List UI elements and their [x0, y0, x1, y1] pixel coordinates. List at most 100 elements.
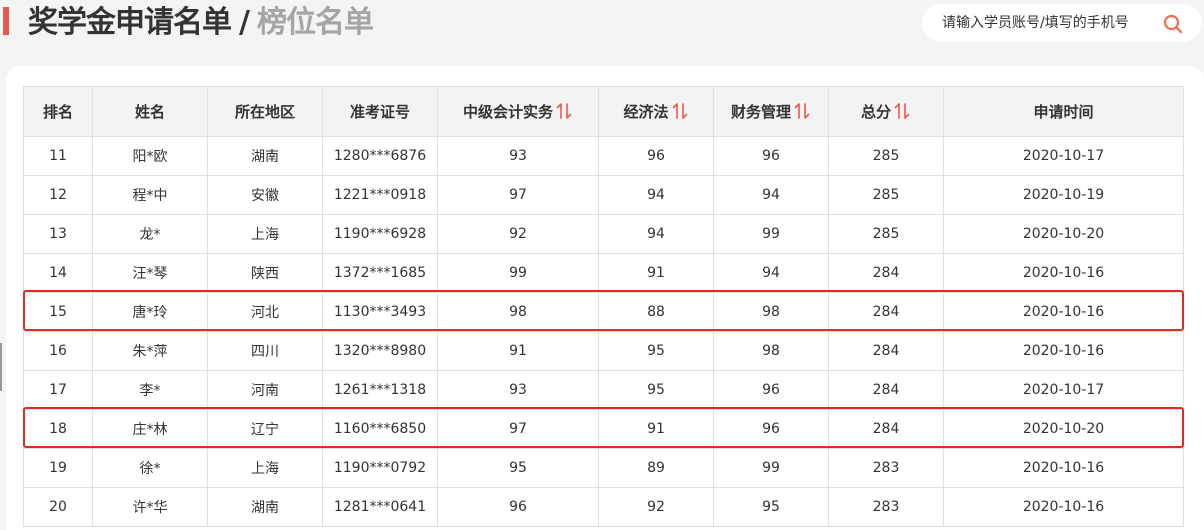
column-label: 申请时间	[1033, 103, 1094, 121]
cell-name: 许*华	[92, 487, 208, 527]
table-row: 16 朱*萍 四川 1320***8980 91 95 98 284 2020-…	[23, 331, 1184, 371]
sort-arrows-icon[interactable]	[793, 102, 811, 120]
column-header-name: 姓名	[92, 86, 208, 137]
cell-region: 上海	[207, 214, 323, 254]
cell-exam-id: 1190***6928	[322, 214, 438, 254]
cell-total: 285	[828, 214, 944, 254]
cell-total: 284	[828, 253, 944, 293]
cell-total: 284	[828, 409, 944, 449]
cell-finance: 95	[713, 487, 829, 527]
cell-exam-id: 1280***6876	[322, 136, 438, 176]
cell-economic-law: 95	[598, 331, 714, 371]
cell-name: 朱*萍	[92, 331, 208, 371]
cell-economic-law: 89	[598, 448, 714, 488]
cell-region: 四川	[207, 331, 323, 371]
cell-finance: 94	[713, 253, 829, 293]
search-box	[922, 4, 1202, 42]
page-title: 奖学金申请名单 / 榜位名单	[28, 1, 374, 45]
table-body: 11 阳*欧 湖南 1280***6876 93 96 96 285 2020-…	[23, 136, 1184, 527]
cell-name: 唐*玲	[92, 292, 208, 332]
cell-region: 辽宁	[207, 409, 323, 449]
column-header-economic-law[interactable]: 经济法	[598, 86, 714, 137]
cell-date: 2020-10-16	[943, 487, 1184, 527]
sort-arrows-icon[interactable]	[893, 102, 911, 120]
column-header-exam-id: 准考证号	[322, 86, 438, 137]
cell-date: 2020-10-16	[943, 331, 1184, 371]
cell-finance: 94	[713, 175, 829, 215]
column-header-rank: 排名	[23, 86, 93, 137]
cell-date: 2020-10-20	[943, 409, 1184, 449]
cell-accounting: 99	[437, 253, 599, 293]
cell-exam-id: 1281***0641	[322, 487, 438, 527]
cell-finance: 99	[713, 448, 829, 488]
cell-rank: 19	[23, 448, 93, 488]
cell-accounting: 93	[437, 370, 599, 410]
cell-date: 2020-10-16	[943, 292, 1184, 332]
cell-economic-law: 91	[598, 253, 714, 293]
cell-date: 2020-10-16	[943, 448, 1184, 488]
cell-accounting: 92	[437, 214, 599, 254]
title-separator: /	[239, 5, 250, 40]
cell-exam-id: 1190***0792	[322, 448, 438, 488]
cell-accounting: 98	[437, 292, 599, 332]
cell-total: 285	[828, 136, 944, 176]
cell-finance: 96	[713, 409, 829, 449]
cell-finance: 98	[713, 331, 829, 371]
cell-accounting: 96	[437, 487, 599, 527]
cell-rank: 11	[23, 136, 93, 176]
cell-date: 2020-10-17	[943, 370, 1184, 410]
page-title-main: 奖学金申请名单	[28, 5, 232, 40]
cell-rank: 13	[23, 214, 93, 254]
cell-economic-law: 94	[598, 175, 714, 215]
cell-economic-law: 88	[598, 292, 714, 332]
column-header-total[interactable]: 总分	[828, 86, 944, 137]
cell-accounting: 97	[437, 409, 599, 449]
column-label: 中级会计实务	[462, 103, 553, 121]
cell-economic-law: 94	[598, 214, 714, 254]
cell-region: 陕西	[207, 253, 323, 293]
cell-total: 283	[828, 487, 944, 527]
cell-total: 284	[828, 370, 944, 410]
cell-accounting: 93	[437, 136, 599, 176]
cell-finance: 96	[713, 370, 829, 410]
cell-exam-id: 1320***8980	[322, 331, 438, 371]
cell-exam-id: 1221***0918	[322, 175, 438, 215]
cell-total: 285	[828, 175, 944, 215]
cell-total: 283	[828, 448, 944, 488]
cell-economic-law: 95	[598, 370, 714, 410]
cell-exam-id: 1372***1685	[322, 253, 438, 293]
cell-rank: 18	[23, 409, 93, 449]
cell-region: 湖南	[207, 136, 323, 176]
cell-name: 李*	[92, 370, 208, 410]
column-header-accounting[interactable]: 中级会计实务	[437, 86, 599, 137]
table-row: 19 徐* 上海 1190***0792 95 89 99 283 2020-1…	[23, 448, 1184, 488]
cell-rank: 15	[23, 292, 93, 332]
cell-finance: 98	[713, 292, 829, 332]
cell-name: 龙*	[92, 214, 208, 254]
cell-accounting: 95	[437, 448, 599, 488]
cell-date: 2020-10-19	[943, 175, 1184, 215]
sort-arrows-icon[interactable]	[671, 102, 689, 120]
cell-rank: 20	[23, 487, 93, 527]
scroll-edge-marker	[0, 343, 2, 391]
cell-rank: 14	[23, 253, 93, 293]
table-row: 17 李* 河南 1261***1318 93 95 96 284 2020-1…	[23, 370, 1184, 410]
column-label: 所在地区	[234, 103, 295, 121]
cell-economic-law: 91	[598, 409, 714, 449]
ranking-table: 排名 姓名 所在地区 准考证号 中级会计实务 经济法 财务管理 总分 申请时间 …	[23, 86, 1184, 527]
cell-rank: 12	[23, 175, 93, 215]
search-input[interactable]	[942, 4, 1162, 42]
column-header-region: 所在地区	[207, 86, 323, 137]
cell-accounting: 97	[437, 175, 599, 215]
cell-name: 阳*欧	[92, 136, 208, 176]
table-row: 12 程*中 安徽 1221***0918 97 94 94 285 2020-…	[23, 175, 1184, 215]
cell-date: 2020-10-20	[943, 214, 1184, 254]
cell-name: 程*中	[92, 175, 208, 215]
table-row-highlighted: 15 唐*玲 河北 1130***3493 98 88 98 284 2020-…	[23, 292, 1184, 332]
table-row: 20 许*华 湖南 1281***0641 96 92 95 283 2020-…	[23, 487, 1184, 527]
cell-date: 2020-10-16	[943, 253, 1184, 293]
cell-rank: 16	[23, 331, 93, 371]
column-header-finance[interactable]: 财务管理	[713, 86, 829, 137]
sort-arrows-icon[interactable]	[555, 102, 573, 120]
search-icon[interactable]	[1162, 13, 1184, 35]
